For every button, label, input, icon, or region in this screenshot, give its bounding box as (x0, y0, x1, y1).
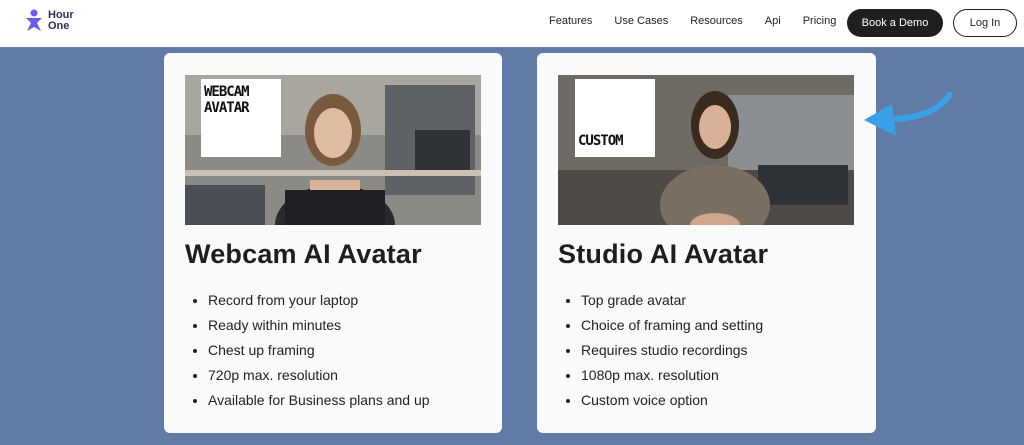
top-navbar: Hour One Features Use Cases Resources Ap… (0, 0, 1024, 47)
arrow-left-icon (864, 92, 952, 136)
nav-use-cases[interactable]: Use Cases (614, 15, 668, 27)
book-demo-button[interactable]: Book a Demo (847, 9, 943, 37)
list-item: Requires studio recordings (581, 341, 763, 366)
list-item: Custom voice option (581, 391, 763, 416)
webcam-badge-line2: AVATAR (204, 100, 250, 116)
logo-icon (26, 9, 42, 31)
list-item: Chest up framing (208, 341, 430, 366)
webcam-avatar-video-thumbnail[interactable]: WEBCAM AVATAR (185, 75, 481, 225)
webcam-badge-line1: WEBCAM (204, 84, 250, 100)
list-item: Choice of framing and setting (581, 316, 763, 341)
studio-badge: CUSTOM (575, 79, 655, 157)
list-item: Ready within minutes (208, 316, 430, 341)
logo-line2: One (48, 20, 70, 32)
list-item: 720p max. resolution (208, 366, 430, 391)
studio-card-title: Studio AI Avatar (558, 239, 769, 269)
nav-resources[interactable]: Resources (690, 15, 743, 27)
nav-features[interactable]: Features (549, 15, 592, 27)
studio-badge-line1: CUSTOM (578, 133, 624, 149)
webcam-card-title: Webcam AI Avatar (185, 239, 422, 269)
list-item: 1080p max. resolution (581, 366, 763, 391)
webcam-badge: WEBCAM AVATAR (201, 79, 281, 157)
nav-api[interactable]: Api (765, 15, 781, 27)
nav-links: Features Use Cases Resources Api Pricing (549, 15, 858, 27)
webcam-feature-list: Record from your laptop Ready within min… (188, 291, 430, 416)
list-item: Available for Business plans and up (208, 391, 430, 416)
logo[interactable]: Hour One (24, 9, 88, 33)
nav-pricing[interactable]: Pricing (803, 15, 837, 27)
logo-text: Hour One (48, 10, 88, 32)
list-item: Record from your laptop (208, 291, 430, 316)
studio-avatar-video-thumbnail[interactable]: CUSTOM (558, 75, 854, 225)
webcam-avatar-card: WEBCAM AVATAR Webcam AI Avatar Record fr… (164, 53, 502, 433)
studio-avatar-card: CUSTOM Studio AI Avatar Top grade avatar… (537, 53, 876, 433)
studio-feature-list: Top grade avatar Choice of framing and s… (561, 291, 763, 416)
list-item: Top grade avatar (581, 291, 763, 316)
login-button[interactable]: Log In (953, 9, 1017, 37)
